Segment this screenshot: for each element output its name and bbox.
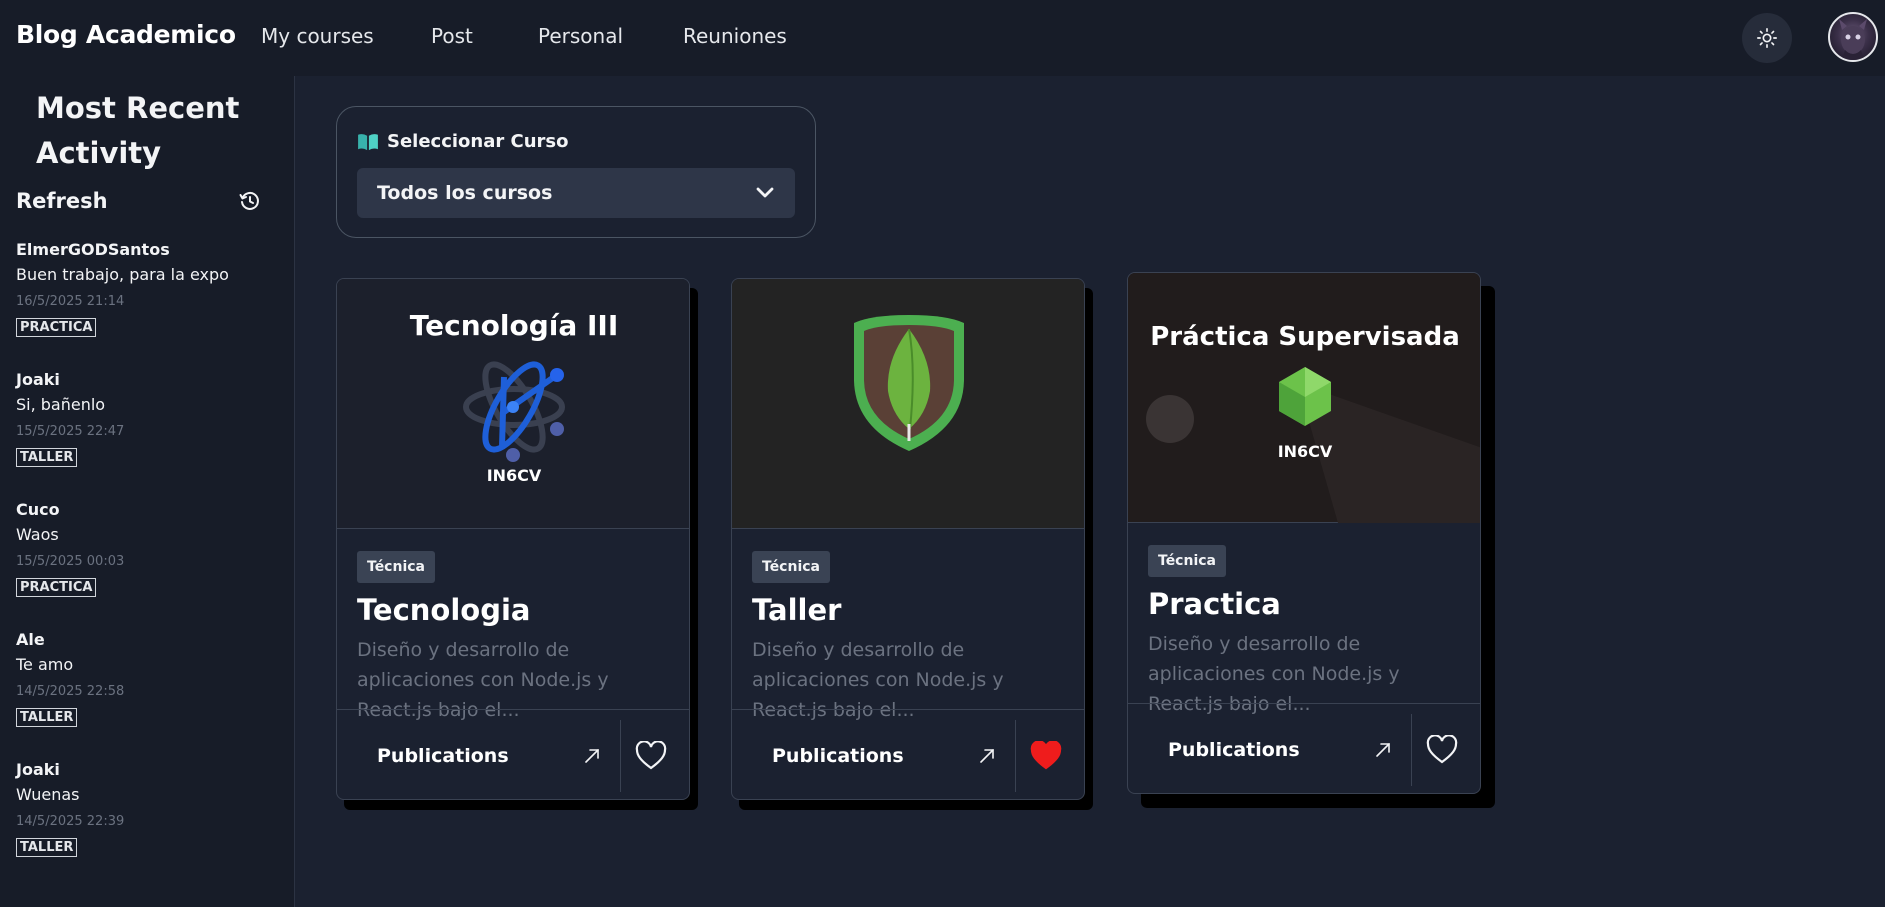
like-button[interactable]	[1026, 738, 1066, 774]
activity-date: 15/5/2025 00:03	[16, 554, 125, 569]
course-image: Práctica Supervisada IN6CV	[1128, 273, 1480, 523]
course-image: Tecnología III IN6CV	[337, 279, 689, 529]
selector-label: Seleccionar Curso	[387, 131, 569, 152]
arrow-up-right-icon	[980, 749, 994, 763]
nav-my-courses[interactable]: My courses	[261, 24, 374, 48]
activity-user: Joaki	[16, 760, 60, 779]
course-title: Tecnologia	[357, 593, 531, 627]
activity-message: Te amo	[16, 655, 74, 674]
recent-activity-sidebar: Most Recent Activity Refresh ElmerGODSan…	[0, 76, 295, 907]
activity-message: Si, bañenlo	[16, 395, 106, 414]
nav-post[interactable]: Post	[431, 24, 473, 48]
course-select-dropdown[interactable]: Todos los cursos	[357, 168, 795, 218]
refresh-row: Refresh	[16, 186, 262, 216]
activity-user: Cuco	[16, 500, 60, 519]
heart-icon	[635, 741, 667, 770]
heart-icon	[1426, 735, 1458, 764]
course-category-badge: Técnica	[1148, 545, 1226, 577]
course-category-badge: Técnica	[357, 551, 435, 583]
cover-caption: IN6CV	[487, 466, 542, 485]
activity-user: ElmerGODSantos	[16, 240, 170, 259]
activity-message: Buen trabajo, para la expo	[16, 265, 229, 284]
cover-title: Tecnología III	[410, 309, 619, 342]
selected-course-value: Todos los cursos	[377, 182, 553, 204]
activity-course-tag: PRACTICA	[16, 318, 97, 337]
like-button[interactable]	[631, 738, 671, 774]
activity-course-tag: TALLER	[16, 708, 78, 727]
sun-icon	[1757, 28, 1777, 48]
course-cover-art: Práctica Supervisada IN6CV	[1146, 322, 1480, 523]
footer-divider	[1015, 720, 1016, 792]
activity-date: 16/5/2025 21:14	[16, 294, 125, 309]
open-book-icon	[358, 133, 378, 150]
nav-personal[interactable]: Personal	[538, 24, 623, 48]
top-navbar: Blog Academico My courses Post Personal …	[0, 0, 1885, 76]
user-avatar[interactable]	[1828, 12, 1878, 62]
activity-user: Joaki	[16, 370, 60, 389]
activity-item[interactable]: Joaki Wuenas 14/5/2025 22:39 TALLER	[16, 759, 276, 889]
activity-course-tag: TALLER	[16, 448, 78, 467]
chevron-down-icon	[756, 187, 774, 198]
brand-title[interactable]: Blog Academico	[16, 20, 236, 49]
card-footer: Publications	[732, 709, 1084, 799]
activity-course-tag: PRACTICA	[16, 578, 97, 597]
course-card[interactable]: Técnica Taller Diseño y desarrollo de ap…	[731, 278, 1085, 800]
activity-date: 14/5/2025 22:58	[16, 684, 125, 699]
course-card[interactable]: Tecnología III IN6CV Técnica Tecnologia …	[336, 278, 690, 800]
publications-label: Publications	[1168, 739, 1300, 761]
theme-toggle-button[interactable]	[1742, 13, 1792, 63]
course-image	[732, 279, 1084, 529]
heart-icon	[1030, 741, 1062, 770]
publications-label: Publications	[772, 745, 904, 767]
publications-label: Publications	[377, 745, 509, 767]
like-button[interactable]	[1422, 732, 1462, 768]
activity-item[interactable]: Joaki Si, bañenlo 15/5/2025 22:47 TALLER	[16, 369, 276, 499]
activity-message: Wuenas	[16, 785, 80, 804]
history-icon[interactable]	[238, 189, 262, 213]
course-cover-art	[854, 315, 964, 451]
course-card[interactable]: Práctica Supervisada IN6CV Técnica Pract…	[1127, 272, 1481, 794]
publications-button[interactable]: Publications	[1148, 704, 1408, 793]
nav-reuniones[interactable]: Reuniones	[683, 24, 787, 48]
course-cover-art: Tecnología III IN6CV	[410, 309, 619, 485]
course-title: Practica	[1148, 587, 1281, 621]
activity-date: 14/5/2025 22:39	[16, 814, 125, 829]
activity-date: 15/5/2025 22:47	[16, 424, 125, 439]
cover-caption: IN6CV	[1278, 442, 1333, 461]
activity-course-tag: TALLER	[16, 838, 78, 857]
activity-list: ElmerGODSantos Buen trabajo, para la exp…	[16, 239, 276, 889]
selector-label-row: Seleccionar Curso	[357, 131, 569, 152]
activity-message: Waos	[16, 525, 59, 544]
sidebar-title: Most Recent Activity	[36, 91, 240, 170]
refresh-label: Refresh	[16, 189, 108, 213]
footer-divider	[1411, 714, 1412, 786]
publications-button[interactable]: Publications	[752, 710, 1012, 799]
activity-item[interactable]: Cuco Waos 15/5/2025 00:03 PRACTICA	[16, 499, 276, 629]
activity-item[interactable]: Ale Te amo 14/5/2025 22:58 TALLER	[16, 629, 276, 759]
course-title: Taller	[752, 593, 842, 627]
arrow-up-right-icon	[1376, 743, 1390, 757]
activity-user: Ale	[16, 630, 45, 649]
footer-divider	[620, 720, 621, 792]
card-footer: Publications	[1128, 703, 1480, 793]
activity-item[interactable]: ElmerGODSantos Buen trabajo, para la exp…	[16, 239, 276, 369]
card-footer: Publications	[337, 709, 689, 799]
publications-button[interactable]: Publications	[357, 710, 617, 799]
course-selector-card: Seleccionar Curso Todos los cursos	[336, 106, 816, 238]
avatar-image	[1839, 19, 1867, 60]
arrow-up-right-icon	[585, 749, 599, 763]
course-category-badge: Técnica	[752, 551, 830, 583]
cover-title: Práctica Supervisada	[1150, 322, 1460, 352]
